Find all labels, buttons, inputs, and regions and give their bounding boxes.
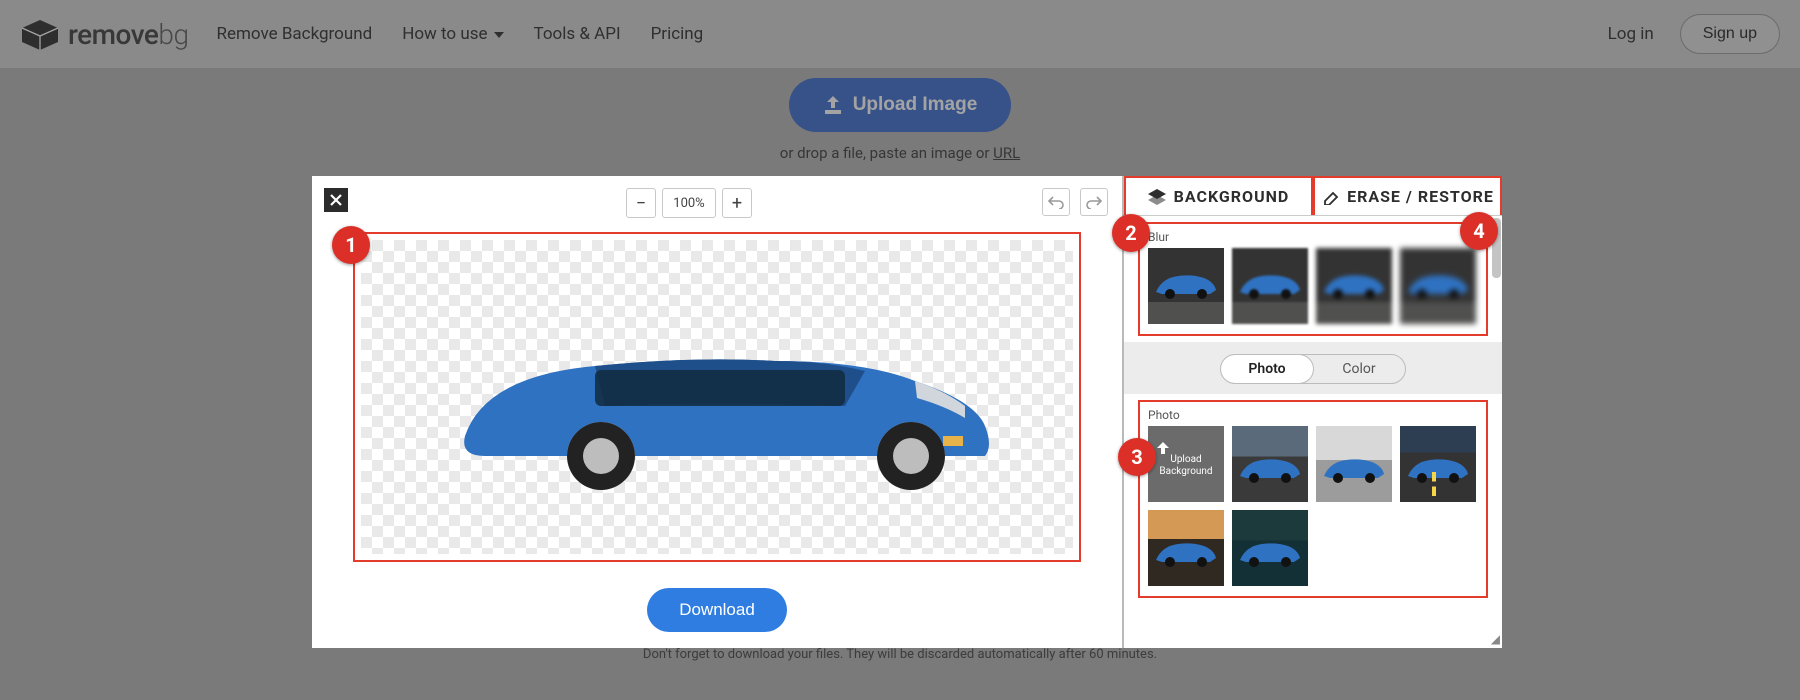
image-canvas[interactable] xyxy=(353,232,1081,562)
upload-background-button[interactable]: Upload Background xyxy=(1148,426,1224,502)
eraser-icon xyxy=(1321,189,1339,205)
photo-section: Photo Upload Background xyxy=(1138,400,1488,598)
bg-type-segment: Photo Color xyxy=(1220,354,1406,384)
resize-handle-icon[interactable]: ◢ xyxy=(1491,632,1500,646)
blur-option-3[interactable] xyxy=(1400,248,1476,324)
panel-tabs: BACKGROUND ERASE / RESTORE xyxy=(1124,176,1502,216)
segment-color[interactable]: Color xyxy=(1313,355,1405,383)
photo-bg-option-4[interactable] xyxy=(1232,510,1308,586)
photo-bg-option-2[interactable] xyxy=(1400,426,1476,502)
side-panel: BACKGROUND ERASE / RESTORE Blur xyxy=(1122,176,1502,648)
tab-erase-restore[interactable]: ERASE / RESTORE xyxy=(1313,176,1502,215)
segment-photo[interactable]: Photo xyxy=(1221,355,1313,383)
blur-option-1[interactable] xyxy=(1232,248,1308,324)
download-button[interactable]: Download xyxy=(647,588,787,632)
layers-icon xyxy=(1148,189,1166,205)
blur-option-0[interactable] xyxy=(1148,248,1224,324)
blur-option-2[interactable] xyxy=(1316,248,1392,324)
zoom-value: 100% xyxy=(662,188,716,218)
history-controls xyxy=(1042,188,1108,216)
canvas-pane: − 100% + xyxy=(312,176,1122,648)
undo-icon xyxy=(1048,195,1064,209)
photo-bg-option-3[interactable] xyxy=(1148,510,1224,586)
callout-marker-2: 2 xyxy=(1112,214,1150,252)
blur-section: Blur xyxy=(1138,222,1488,336)
callout-marker-4: 4 xyxy=(1460,212,1498,250)
editor-modal: − 100% + xyxy=(312,176,1502,648)
footer-note: Don't forget to download your files. The… xyxy=(550,647,1250,662)
redo-button[interactable] xyxy=(1080,188,1108,216)
photo-bg-option-0[interactable] xyxy=(1232,426,1308,502)
callout-marker-1: 1 xyxy=(332,226,370,264)
photo-title: Photo xyxy=(1148,408,1478,422)
undo-button[interactable] xyxy=(1042,188,1070,216)
callout-marker-3: 3 xyxy=(1118,438,1156,476)
blur-title: Blur xyxy=(1148,230,1478,244)
photo-bg-option-1[interactable] xyxy=(1316,426,1392,502)
redo-icon xyxy=(1086,195,1102,209)
zoom-out-button[interactable]: − xyxy=(626,188,656,218)
bg-type-segment-wrap: Photo Color xyxy=(1124,342,1502,394)
zoom-controls: − 100% + xyxy=(626,188,752,218)
foreground-subject xyxy=(445,306,1005,516)
zoom-in-button[interactable]: + xyxy=(722,188,752,218)
tab-background[interactable]: BACKGROUND xyxy=(1124,176,1313,215)
